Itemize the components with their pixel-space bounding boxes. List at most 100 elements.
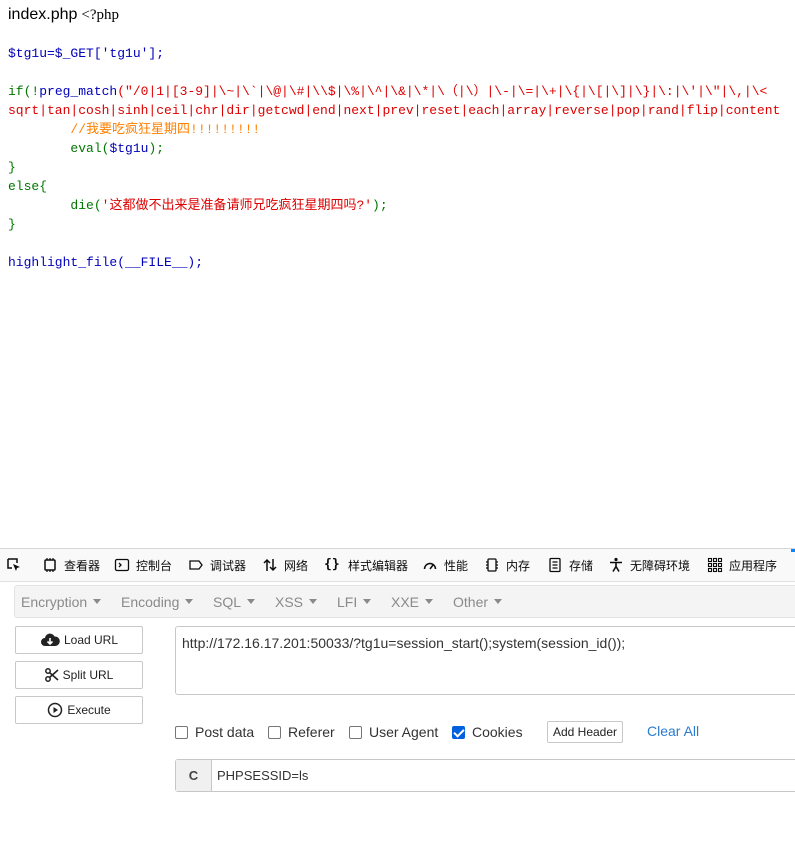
tab-debugger[interactable]: 调试器: [188, 549, 246, 581]
menu-label: Other: [453, 593, 489, 610]
chevron-down-icon: [494, 599, 503, 604]
code-if-regex: ("/0|1|[3-9]|\~|\`|\@|\#|\\$|\%|\^|\&|\*…: [117, 84, 768, 99]
menu-encoding[interactable]: Encoding: [121, 586, 194, 617]
tab-console[interactable]: 控制台: [114, 549, 172, 581]
add-header-button[interactable]: Add Header: [547, 721, 623, 743]
menu-sql[interactable]: SQL: [213, 586, 256, 617]
performance-icon: [423, 562, 437, 570]
menu-label: XSS: [275, 593, 304, 610]
play-circle-icon: [48, 702, 63, 718]
selected-tab-indicator: [791, 549, 795, 552]
accessibility-icon: [610, 557, 622, 572]
load-url-label: Load URL: [63, 633, 119, 647]
cookie-input[interactable]: PHPSESSID=ls: [217, 768, 308, 783]
load-url-button[interactable]: Load URL: [15, 626, 143, 654]
menu-xxe[interactable]: XXE: [391, 586, 434, 617]
menu-encryption[interactable]: Encryption: [21, 586, 102, 617]
code-else: else{: [8, 179, 48, 194]
network-icon: [263, 558, 277, 572]
chevron-down-icon: [93, 599, 102, 604]
clear-all-link[interactable]: Clear All: [647, 723, 699, 739]
cookie-input-row: C PHPSESSID=ls: [175, 759, 795, 792]
tab-application[interactable]: 应用程序: [707, 549, 777, 581]
inspector-icon: [44, 558, 56, 572]
post-data-label: Post data: [195, 724, 255, 740]
chevron-down-icon: [185, 599, 194, 604]
php-source-code: $tg1u=$_GET['tg1u']; if(!preg_match("/0|…: [8, 44, 780, 272]
file-heading: index.php <?php: [8, 6, 119, 24]
code-highlight-line: highlight_file(__FILE__);: [8, 255, 204, 270]
tab-inspector[interactable]: 查看器: [42, 549, 100, 581]
cookie-prefix-label: C: [176, 760, 212, 791]
scissors-icon: [44, 668, 59, 682]
checkbox-box[interactable]: [268, 725, 281, 739]
cookies-label: Cookies: [472, 724, 523, 740]
chevron-down-icon: [425, 599, 434, 604]
execute-button[interactable]: Execute: [15, 696, 143, 724]
menu-label: Encryption: [21, 593, 88, 610]
split-url-label: Split URL: [62, 668, 114, 682]
code-eval-var: $tg1u: [109, 141, 149, 156]
tab-style-editor[interactable]: {} 样式编辑器: [324, 549, 408, 581]
code-close-brace: }: [8, 160, 16, 175]
application-icon: [707, 557, 723, 573]
menu-label: SQL: [213, 593, 242, 610]
referer-checkbox[interactable]: Referer: [268, 722, 335, 742]
tab-label: 调试器: [210, 558, 247, 573]
tab-accessibility[interactable]: 无障碍环境: [608, 549, 690, 581]
checkbox-box[interactable]: [349, 725, 362, 739]
tab-label: 性能: [444, 558, 469, 573]
style-editor-icon: {}: [324, 557, 340, 572]
tab-label: 查看器: [64, 558, 101, 573]
hackbar-menu-bar: Encryption Encoding SQL XSS LFI XXE Othe…: [14, 585, 795, 618]
menu-other[interactable]: Other: [453, 586, 503, 617]
code-die-str: '这都做不出来是准备请师兄吃疯狂星期四吗?': [101, 198, 373, 213]
checkbox-box[interactable]: [175, 725, 188, 739]
storage-icon: [549, 557, 561, 573]
code-if-fn: preg_match: [39, 84, 118, 99]
user-agent-checkbox[interactable]: User Agent: [349, 722, 438, 742]
menu-xss[interactable]: XSS: [275, 586, 318, 617]
code-close-brace-2: }: [8, 217, 16, 232]
checkbox-box-checked[interactable]: [452, 725, 465, 739]
url-value: http://172.16.17.201:50033/?tg1u=session…: [182, 635, 626, 651]
tab-label: 无障碍环境: [630, 558, 691, 573]
referer-label: Referer: [288, 724, 335, 740]
tab-label: 存储: [569, 558, 594, 573]
element-picker-button[interactable]: [6, 549, 28, 581]
cloud-download-icon: [40, 633, 60, 646]
chevron-down-icon: [247, 599, 256, 604]
code-eval-line: eval($tg1u);: [70, 141, 164, 156]
code-comment: //我要吃疯狂星期四!!!!!!!!!: [70, 122, 261, 137]
cookies-checkbox[interactable]: Cookies: [452, 722, 523, 742]
tab-performance[interactable]: 性能: [422, 549, 468, 581]
menu-label: LFI: [337, 593, 358, 610]
source-view: index.php <?php $tg1u=$_GET['tg1u']; if(!…: [0, 0, 795, 548]
tab-storage[interactable]: 存储: [547, 549, 593, 581]
memory-icon: [486, 558, 498, 572]
tab-label: 应用程序: [729, 558, 778, 573]
console-icon: [114, 558, 130, 572]
code-line-regex2: sqrt|tan|cosh|sinh|ceil|chr|dir|getcwd|e…: [8, 103, 781, 118]
code-die-fn: die(: [70, 198, 102, 213]
split-url-button[interactable]: Split URL: [15, 661, 143, 689]
debugger-icon: [189, 560, 203, 570]
tab-memory[interactable]: 内存: [484, 549, 530, 581]
tab-label: 控制台: [136, 558, 173, 573]
code-eval-close: );: [148, 141, 165, 156]
tab-label: 样式编辑器: [348, 558, 409, 573]
code-line-if: if(!preg_match("/0|1|[3-9]|\~|\`|\@|\#|\…: [8, 84, 767, 99]
code-line-var: $tg1u=$_GET['tg1u'];: [8, 46, 165, 61]
element-picker-icon: [7, 558, 20, 571]
menu-lfi[interactable]: LFI: [337, 586, 372, 617]
post-data-checkbox[interactable]: Post data: [175, 722, 254, 742]
filename-text: index.php: [8, 6, 78, 23]
url-input[interactable]: http://172.16.17.201:50033/?tg1u=session…: [175, 626, 795, 695]
code-die-line: die('这都做不出来是准备请师兄吃疯狂星期四吗?');: [70, 198, 387, 213]
chevron-down-icon: [309, 599, 318, 604]
chevron-down-icon: [363, 599, 372, 604]
code-if-kw: if(!: [8, 84, 40, 99]
execute-label: Execute: [67, 703, 111, 717]
tab-network[interactable]: 网络: [262, 549, 308, 581]
php-open-tag: <?php: [81, 7, 120, 23]
